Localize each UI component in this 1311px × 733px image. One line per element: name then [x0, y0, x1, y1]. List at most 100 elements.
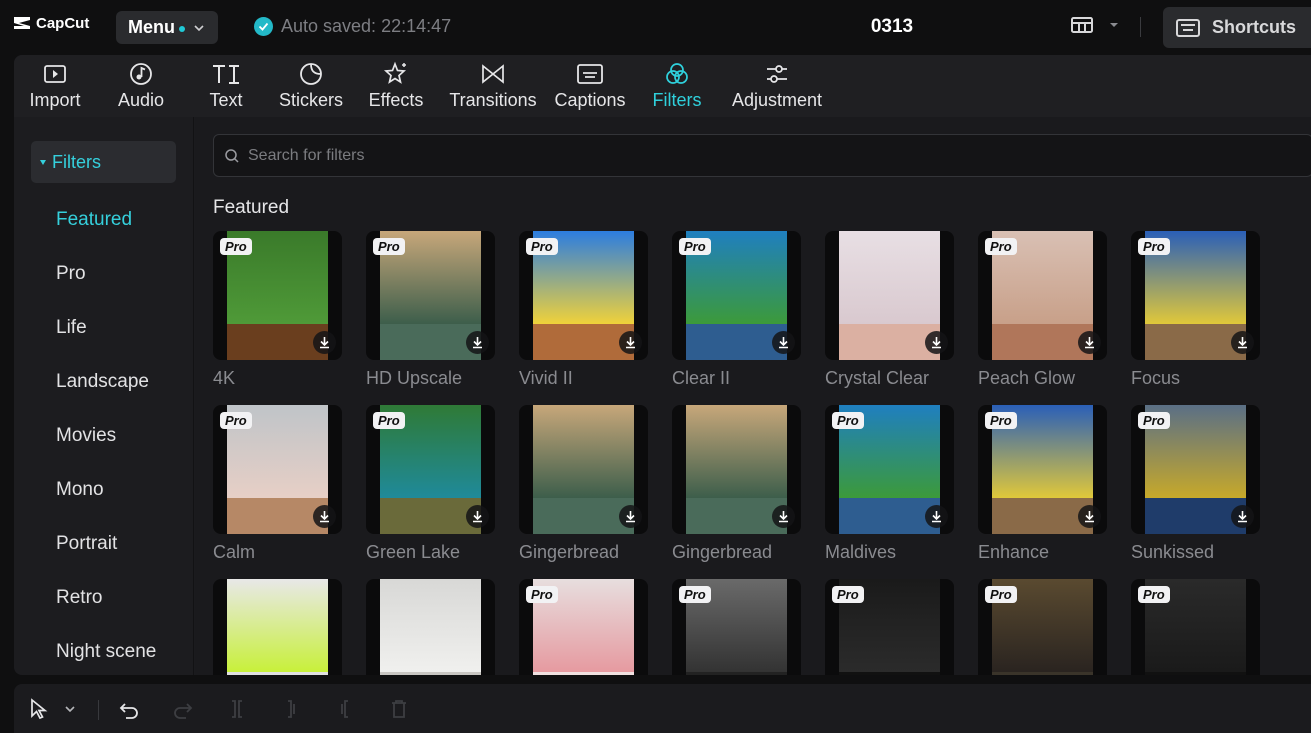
sidebar-item-movies[interactable]: Movies — [56, 425, 116, 447]
filter-card[interactable]: Pro Sunkissed — [1131, 405, 1260, 563]
tab-transitions[interactable]: Transitions — [447, 59, 539, 111]
filter-card[interactable] — [213, 579, 342, 675]
filter-card[interactable]: Pro 4K — [213, 231, 342, 389]
download-icon[interactable] — [619, 505, 642, 528]
filter-thumbnail[interactable]: Pro — [978, 231, 1107, 360]
split-button[interactable] — [226, 698, 248, 725]
search-icon — [225, 148, 239, 163]
redo-button[interactable] — [172, 698, 194, 725]
filter-thumbnail[interactable] — [213, 579, 342, 675]
sidebar-item-featured[interactable]: Featured — [56, 209, 132, 231]
filter-card[interactable]: Pro Green Lake — [366, 405, 495, 563]
filter-card[interactable]: Crystal Clear — [825, 231, 954, 389]
split-icon — [232, 700, 242, 718]
download-icon[interactable] — [772, 331, 795, 354]
tab-label: Stickers — [278, 90, 343, 110]
sidebar-item-retro[interactable]: Retro — [56, 587, 102, 609]
download-icon[interactable] — [1231, 331, 1254, 354]
download-icon[interactable] — [466, 505, 489, 528]
tab-filters[interactable]: Filters — [650, 59, 704, 111]
filter-thumbnail[interactable]: Pro — [213, 405, 342, 534]
undo-button[interactable] — [118, 698, 140, 725]
filter-thumbnail[interactable]: Pro — [978, 405, 1107, 534]
redo-icon — [174, 703, 193, 719]
tab-text[interactable]: Text — [204, 59, 248, 111]
filter-thumbnail[interactable]: Pro — [1131, 405, 1260, 534]
sidebar-item-pro[interactable]: Pro — [56, 263, 86, 285]
filter-thumbnail[interactable]: Pro — [672, 579, 801, 675]
filter-thumbnail[interactable]: Pro — [978, 579, 1107, 675]
filter-thumbnail[interactable]: Pro — [825, 405, 954, 534]
filter-thumbnail[interactable]: Pro — [825, 579, 954, 675]
filter-thumbnail[interactable]: Pro — [366, 231, 495, 360]
filter-thumbnail[interactable]: Pro — [1131, 579, 1260, 675]
select-tool-dropdown[interactable] — [64, 702, 76, 720]
filter-card[interactable]: Gingerbread — [672, 405, 801, 563]
filter-thumbnail[interactable] — [519, 405, 648, 534]
filter-card[interactable]: Pro Vivid II — [519, 231, 648, 389]
search-box[interactable] — [213, 134, 1311, 177]
delete-button[interactable] — [388, 698, 410, 725]
filters-collapse-header[interactable]: Filters — [31, 141, 176, 183]
sidebar-item-mono[interactable]: Mono — [56, 479, 104, 501]
tab-audio[interactable]: Audio — [111, 59, 171, 111]
filter-card[interactable]: Pro — [978, 579, 1107, 675]
app-logo: CapCut — [12, 14, 89, 32]
filter-card[interactable] — [366, 579, 495, 675]
tab-captions[interactable]: Captions — [552, 59, 628, 111]
download-icon[interactable] — [925, 505, 948, 528]
transitions-icon — [482, 64, 504, 84]
search-input[interactable] — [248, 146, 1148, 165]
filter-thumbnail[interactable] — [672, 405, 801, 534]
download-icon[interactable] — [466, 331, 489, 354]
sidebar-item-life[interactable]: Life — [56, 317, 87, 339]
filter-card[interactable]: Pro Focus — [1131, 231, 1260, 389]
download-icon[interactable] — [925, 331, 948, 354]
filter-thumbnail[interactable]: Pro — [519, 579, 648, 675]
delete-left-button[interactable] — [280, 698, 302, 725]
download-icon[interactable] — [772, 505, 795, 528]
sidebar-item-night-scene[interactable]: Night scene — [56, 641, 156, 663]
filter-name: Crystal Clear — [825, 368, 930, 388]
pro-badge: Pro — [985, 412, 1017, 429]
filter-card[interactable]: Pro Maldives — [825, 405, 954, 563]
filter-thumbnail[interactable] — [366, 579, 495, 675]
filter-card[interactable]: Pro — [825, 579, 954, 675]
filter-thumbnail[interactable]: Pro — [213, 231, 342, 360]
filter-card[interactable]: Gingerbread — [519, 405, 648, 563]
tab-label: Transitions — [449, 90, 537, 110]
layout-button[interactable] — [1070, 15, 1120, 35]
filter-card[interactable]: Pro HD Upscale — [366, 231, 495, 389]
tab-stickers[interactable]: Stickers — [276, 59, 346, 111]
download-icon[interactable] — [313, 505, 336, 528]
filter-thumbnail[interactable] — [825, 231, 954, 360]
sidebar-item-landscape[interactable]: Landscape — [56, 371, 149, 393]
filter-thumbnail[interactable]: Pro — [672, 231, 801, 360]
filter-thumbnail[interactable]: Pro — [1131, 231, 1260, 360]
tab-effects[interactable]: Effects — [366, 59, 426, 111]
tab-adjustment[interactable]: Adjustment — [726, 59, 828, 111]
tab-import[interactable]: Import — [24, 59, 86, 111]
filter-card[interactable]: Pro Clear II — [672, 231, 801, 389]
filter-thumbnail[interactable]: Pro — [366, 405, 495, 534]
sidebar-item-portrait[interactable]: Portrait — [56, 533, 117, 555]
filter-card[interactable]: Pro Peach Glow — [978, 231, 1107, 389]
filter-card[interactable]: Pro — [519, 579, 648, 675]
filter-card[interactable]: Pro Enhance — [978, 405, 1107, 563]
filter-name: Vivid II — [519, 368, 573, 388]
delete-right-button[interactable] — [334, 698, 356, 725]
shortcuts-button[interactable]: Shortcuts — [1163, 7, 1311, 48]
download-icon[interactable] — [1078, 331, 1101, 354]
filter-card[interactable]: Pro — [672, 579, 801, 675]
download-icon[interactable] — [1231, 505, 1254, 528]
autosave-status: Auto saved: 22:14:47 — [254, 16, 451, 37]
download-icon[interactable] — [619, 331, 642, 354]
select-tool-button[interactable] — [28, 698, 50, 725]
filter-card[interactable]: Pro Calm — [213, 405, 342, 563]
update-dot — [179, 25, 185, 32]
download-icon[interactable] — [313, 331, 336, 354]
download-icon[interactable] — [1078, 505, 1101, 528]
menu-button[interactable]: Menu — [116, 11, 218, 44]
filter-thumbnail[interactable]: Pro — [519, 231, 648, 360]
filter-card[interactable]: Pro — [1131, 579, 1260, 675]
